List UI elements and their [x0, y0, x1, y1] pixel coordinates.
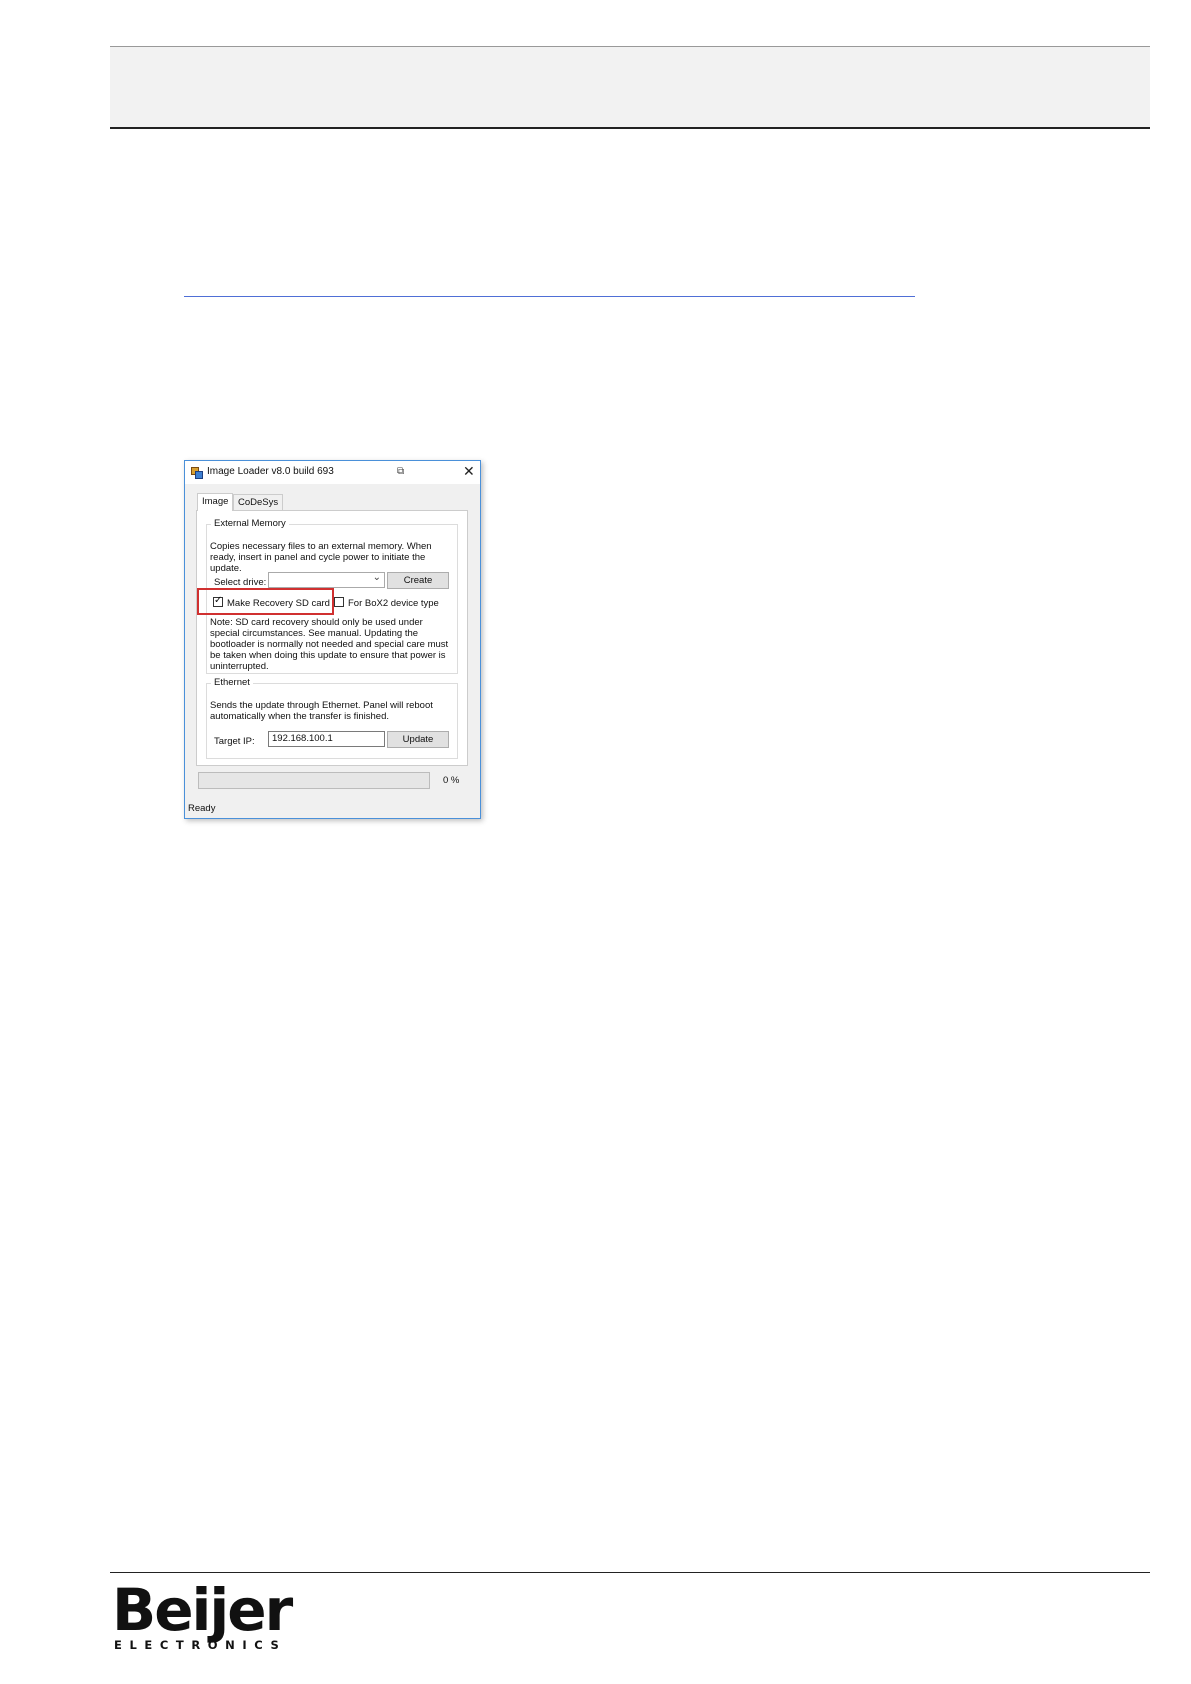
select-drive-label: Select drive: — [214, 577, 267, 588]
app-icon — [191, 467, 203, 479]
create-button[interactable]: Create — [387, 572, 449, 589]
ethernet-description: Sends the update through Ethernet. Panel… — [210, 700, 433, 722]
tab-codesys[interactable]: CoDeSys — [233, 494, 284, 511]
progress-percent: 0 % — [443, 775, 460, 786]
box2-device-label[interactable]: For BoX2 device type — [348, 598, 439, 609]
beijer-logo: Beijer ELECTRONICS — [112, 1576, 293, 1652]
update-button[interactable]: Update — [387, 731, 449, 748]
recovery-note: Note: SD card recovery should only be us… — [210, 617, 449, 672]
image-tab-panel: External Memory Copies necessary files t… — [196, 510, 468, 766]
close-icon[interactable]: ✕ — [463, 463, 475, 480]
ethernet-group: Ethernet Sends the update through Ethern… — [206, 677, 458, 759]
page-header-band — [110, 46, 1150, 129]
link-underline — [184, 296, 915, 297]
progress-bar — [198, 772, 430, 789]
box2-device-checkbox[interactable] — [334, 597, 344, 607]
make-recovery-checkbox[interactable]: ✓ — [213, 595, 223, 607]
select-drive-dropdown[interactable]: ⌄ — [268, 572, 385, 588]
external-memory-label: External Memory — [211, 518, 289, 529]
title-bar[interactable]: Image Loader v8.0 build 693 ⧉ ✕ — [185, 461, 480, 484]
target-ip-input[interactable]: 192.168.100.1 — [268, 731, 385, 747]
logo-subtext: ELECTRONICS — [114, 1638, 287, 1652]
chevron-down-icon: ⌄ — [372, 572, 381, 583]
external-memory-description: Copies necessary files to an external me… — [210, 541, 432, 574]
status-text: Ready — [188, 803, 216, 814]
footer-rule — [110, 1572, 1150, 1573]
logo-wordmark: Beijer — [112, 1576, 293, 1644]
make-recovery-label[interactable]: Make Recovery SD card — [227, 598, 330, 609]
tab-image[interactable]: Image — [197, 493, 234, 511]
image-loader-window: Image Loader v8.0 build 693 ⧉ ✕ Image Co… — [184, 460, 481, 819]
checkmark-icon: ✓ — [214, 595, 223, 606]
pin-icon[interactable]: ⧉ — [397, 466, 404, 477]
ethernet-label: Ethernet — [211, 677, 253, 688]
window-title: Image Loader v8.0 build 693 — [207, 466, 334, 477]
target-ip-label: Target IP: — [214, 736, 255, 747]
external-memory-group: External Memory Copies necessary files t… — [197, 518, 458, 674]
